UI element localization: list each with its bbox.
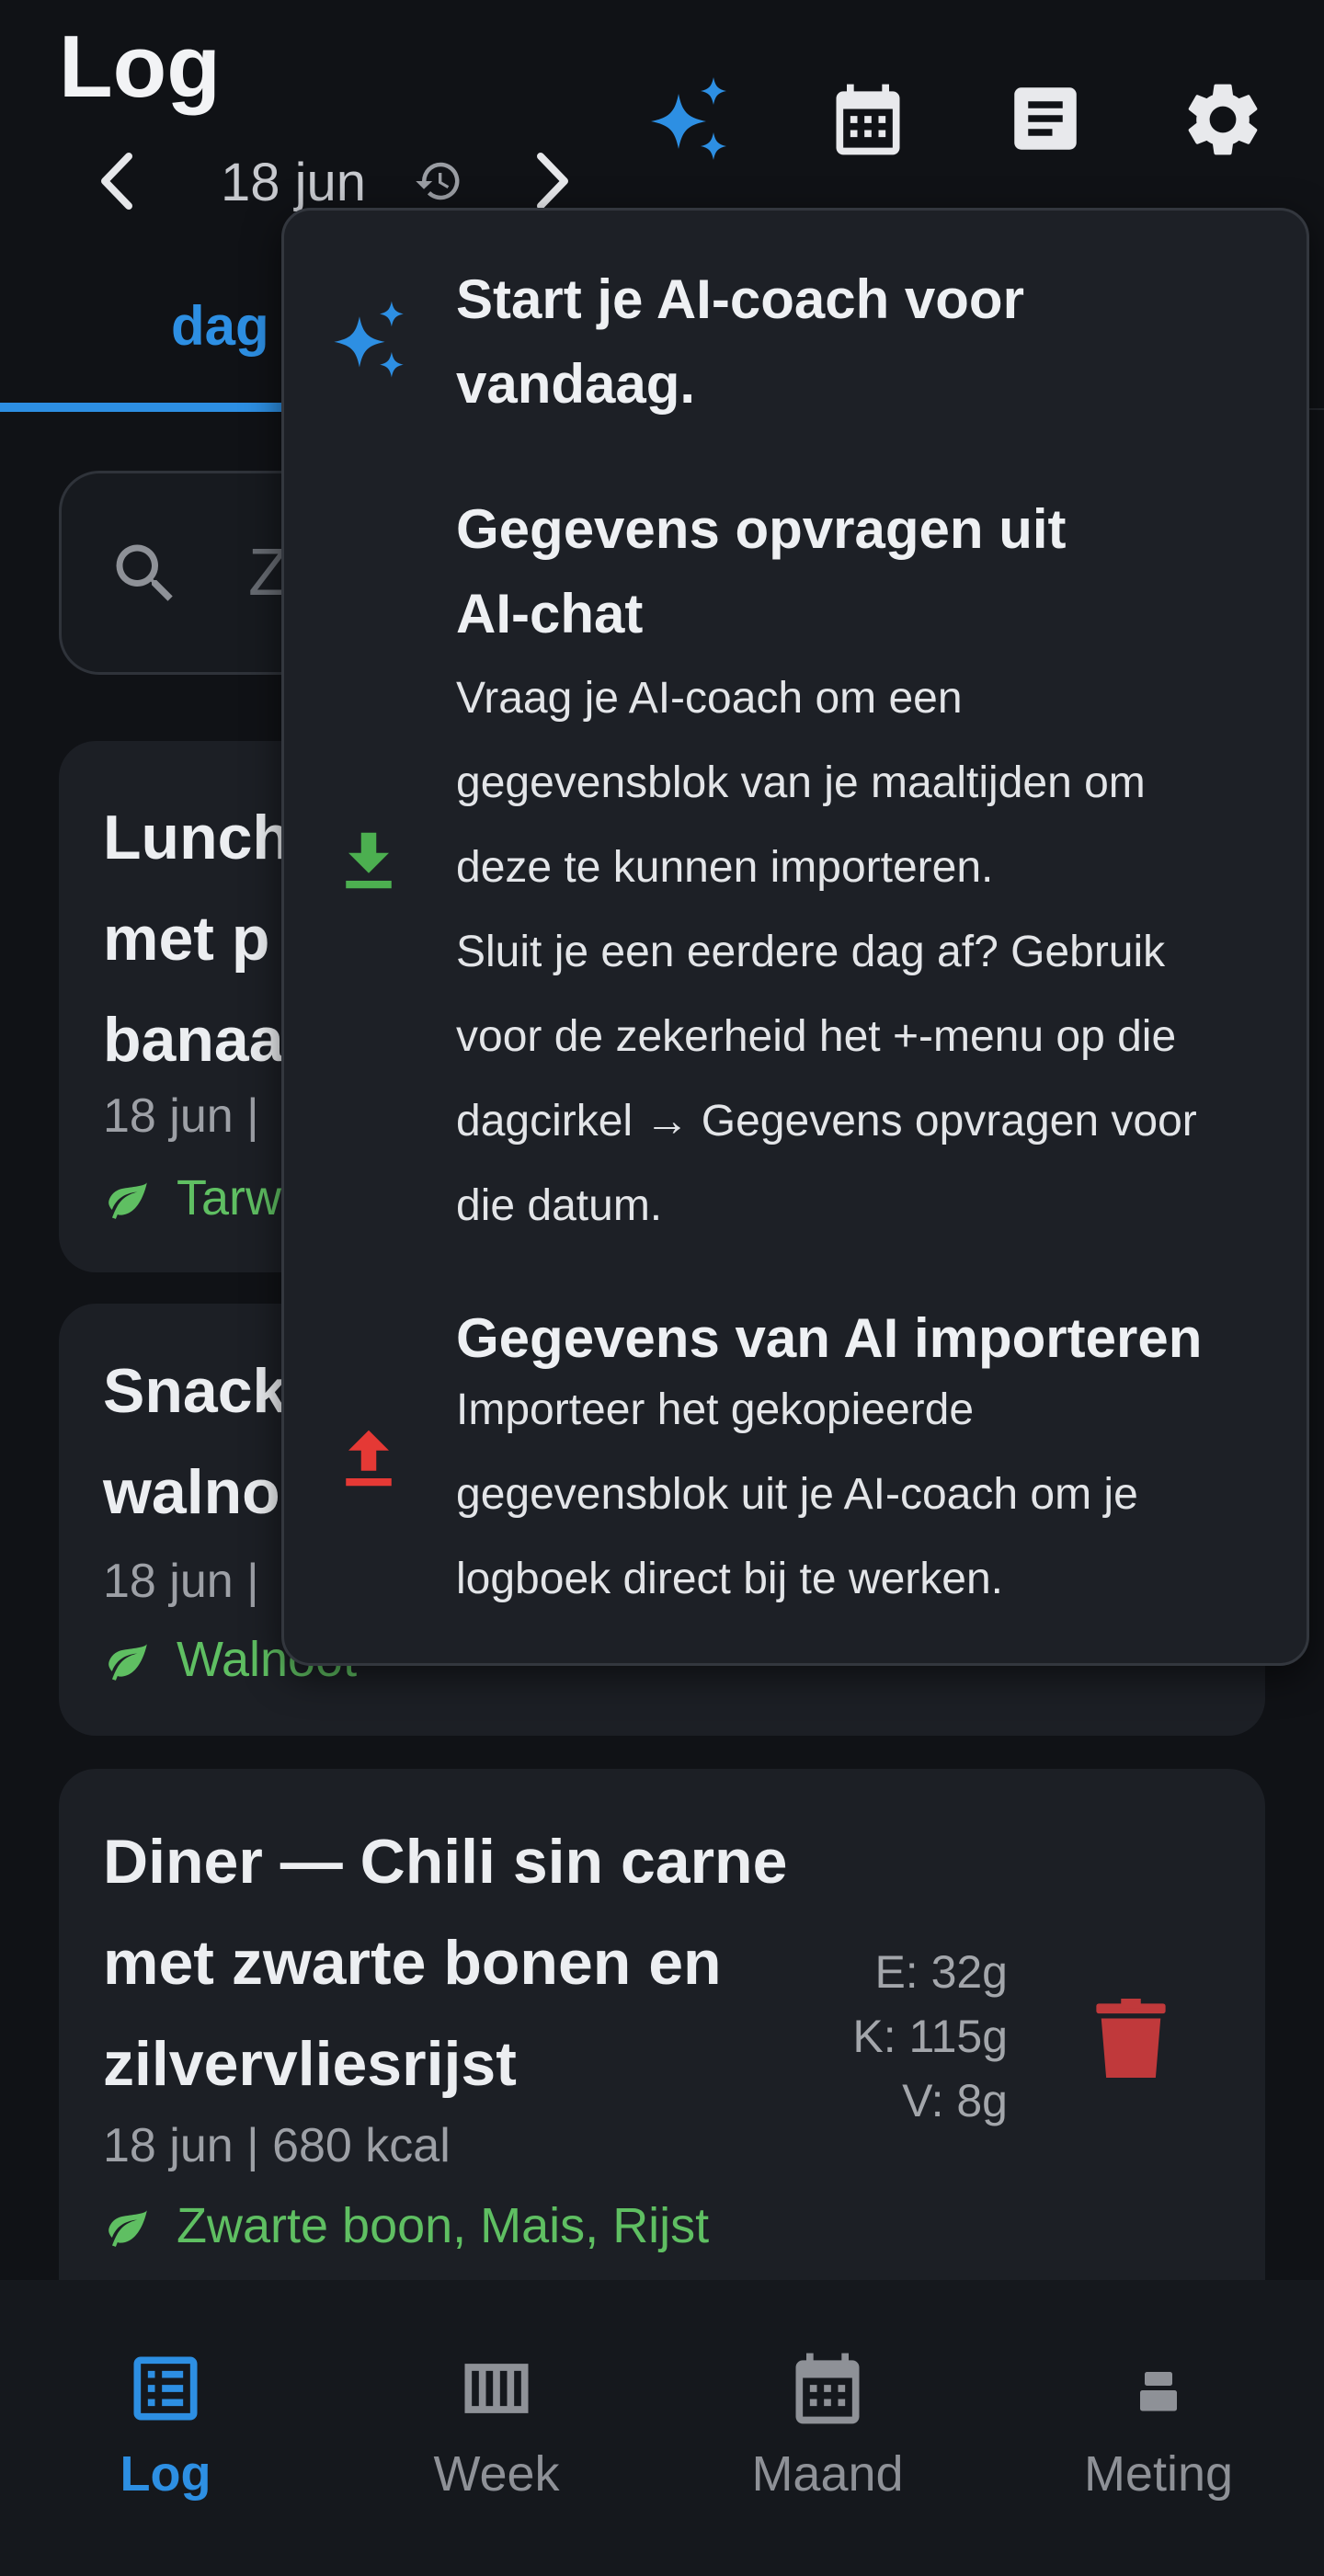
meal-title-line: met zwarte bonen en (103, 1928, 722, 1998)
menu-item-description: logboek direct bij te werken. (456, 1555, 1003, 1603)
list-icon (123, 2346, 208, 2431)
meal-meta: 18 jun | (103, 1555, 259, 1608)
meal-ingredients: Tarw (177, 1170, 282, 1225)
nav-item-week[interactable]: Week (359, 2280, 634, 2576)
meal-title-line: Snack (103, 1356, 288, 1426)
meal-title-line: zilvervliesrijst (103, 2029, 517, 2099)
gear-icon[interactable] (1179, 75, 1267, 164)
menu-item-description: gegevensblok uit je AI-coach om je (456, 1470, 1138, 1519)
menu-item-description: gegevensblok van je maaltijden om (456, 758, 1146, 807)
menu-item-description: Vraag je AI-coach om een (456, 674, 963, 723)
meal-macros: E: 32g K: 115g V: 8g (852, 1940, 1008, 2133)
nav-label: Log (120, 2446, 211, 2502)
current-date[interactable]: 18 jun (221, 149, 366, 217)
calendar-icon[interactable] (826, 77, 910, 162)
meal-meta: 18 jun | 680 kcal (103, 2119, 451, 2172)
nav-label: Meting (1083, 2446, 1234, 2502)
nav-label: Week (433, 2446, 560, 2502)
search-icon (107, 535, 184, 612)
history-icon[interactable] (414, 156, 463, 206)
meal-ingredients: Zwarte boon, Mais, Rijst (177, 2198, 710, 2253)
leaf-icon (105, 2205, 151, 2251)
meal-title-line: walno (103, 1457, 280, 1527)
macro-carbs: K: 115g (852, 2011, 1008, 2062)
menu-item-label: vandaag. (456, 353, 696, 415)
active-tab-indicator (0, 403, 303, 412)
page-title: Log (59, 17, 221, 116)
scale-icon (1131, 2363, 1186, 2418)
tab-day[interactable]: dag (171, 294, 269, 358)
delete-icon[interactable] (1096, 1999, 1166, 2078)
menu-item-description: die datum. (456, 1181, 663, 1230)
menu-item-label: Gegevens opvragen uit (456, 498, 1067, 560)
macro-fat: V: 8g (902, 2075, 1008, 2126)
week-columns-icon (454, 2346, 539, 2431)
chevron-left-icon[interactable] (92, 147, 143, 215)
chevron-right-icon[interactable] (526, 147, 577, 215)
menu-item-description: dagcirkel → Gegevens opvragen voor (456, 1097, 1197, 1146)
notes-icon[interactable] (1004, 77, 1087, 160)
meal-card-dinner[interactable]: Diner — Chili sin carne met zwarte bonen… (59, 1769, 1265, 2284)
leaf-icon (105, 1638, 151, 1684)
menu-item-start-coach[interactable]: Start je AI-coach voor vandaag. (285, 257, 1306, 423)
meal-meta: 18 jun | (103, 1089, 259, 1143)
bottom-navigation: Log Week Maand Meting (0, 2280, 1324, 2576)
menu-item-label: AI-chat (456, 583, 644, 644)
leaf-icon (105, 1177, 151, 1223)
meal-title-line: banaa (103, 1005, 284, 1075)
menu-item-description: voor de zekerheid het +-menu op die (456, 1012, 1177, 1061)
menu-item-label: Start je AI-coach voor (456, 268, 1024, 330)
menu-item-description: Importeer het gekopieerde (456, 1385, 975, 1434)
meal-title-line: met p (103, 904, 270, 974)
meal-title-line: Diner — Chili sin carne (103, 1827, 788, 1897)
calendar-icon (785, 2346, 870, 2431)
ai-sparkle-icon[interactable] (644, 74, 736, 165)
nav-label: Maand (751, 2446, 904, 2502)
nav-item-measurement[interactable]: Meting (1021, 2280, 1296, 2576)
menu-item-import-data[interactable]: Gegevens van AI importeren Importeer het… (285, 1296, 1306, 1627)
menu-item-description: Sluit je een eerdere dag af? Gebruik (456, 928, 1166, 976)
meal-title-line: Lunch (103, 803, 291, 872)
menu-item-description: deze te kunnen importeren. (456, 843, 994, 892)
nav-item-month[interactable]: Maand (690, 2280, 965, 2576)
macro-protein: E: 32g (874, 1946, 1008, 1998)
nav-item-log[interactable]: Log (28, 2280, 303, 2576)
menu-item-request-data[interactable]: Gegevens opvragen uit AI-chat Vraag je A… (285, 487, 1306, 1241)
